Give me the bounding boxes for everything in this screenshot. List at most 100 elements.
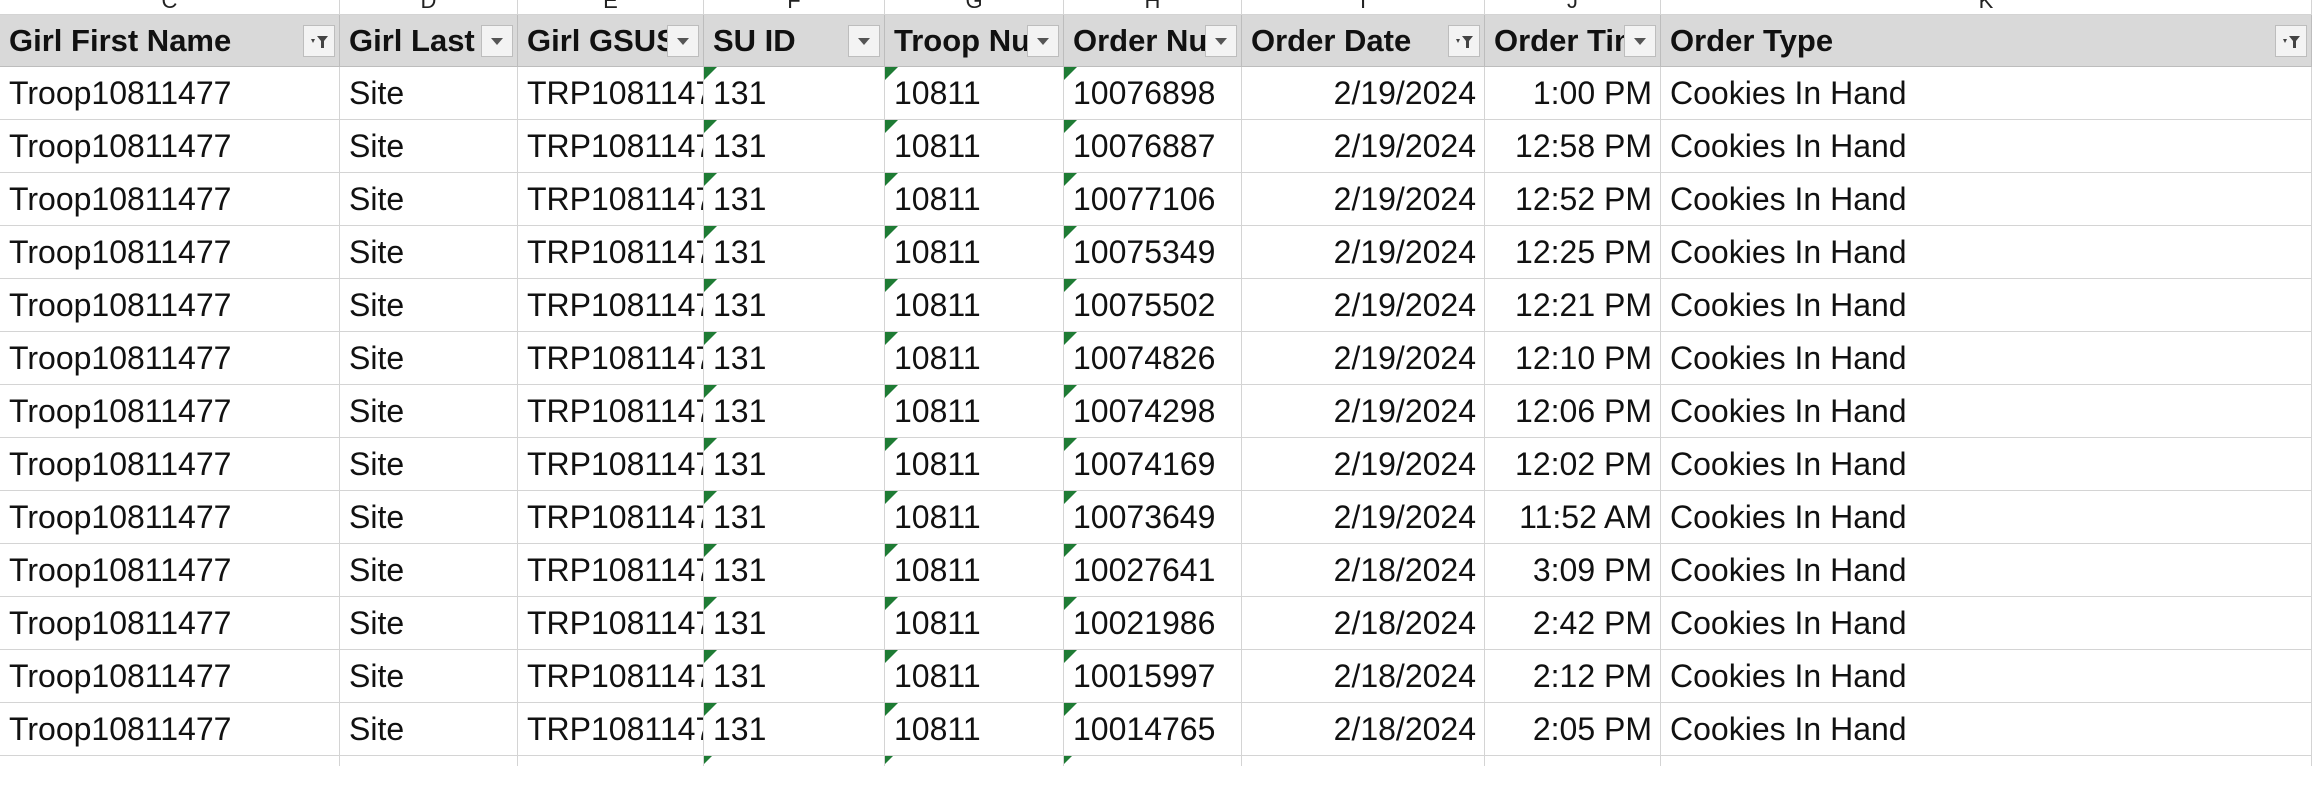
cell-order-time[interactable]: 2:42 PM (1485, 597, 1661, 650)
cell-girl-first-name[interactable]: Troop10811477 (0, 67, 340, 120)
cell-girl-last-name[interactable]: Site (340, 385, 518, 438)
cell-girl-last-name[interactable]: Site (340, 703, 518, 756)
cell-order-time[interactable]: 12:06 PM (1485, 385, 1661, 438)
cell-order-date[interactable]: 2/18/2024 (1242, 650, 1485, 703)
cell-su-id[interactable]: 131 (704, 703, 885, 756)
cell-order-time[interactable]: 12:58 PM (1485, 120, 1661, 173)
cell-girl-last-name[interactable]: Site (340, 597, 518, 650)
cell-troop-number[interactable]: 10811 (885, 544, 1064, 597)
cell-order-date[interactable]: 2/19/2024 (1242, 173, 1485, 226)
cell-order-type[interactable]: Cookies In Hand (1661, 385, 2312, 438)
cell-troop-number[interactable]: 10811 (885, 279, 1064, 332)
cell-troop-number[interactable]: 10811 (885, 703, 1064, 756)
empty-cell[interactable] (1064, 756, 1242, 766)
cell-troop-number[interactable]: 10811 (885, 438, 1064, 491)
cell-troop-number[interactable]: 10811 (885, 173, 1064, 226)
cell-su-id[interactable]: 131 (704, 491, 885, 544)
cell-girl-first-name[interactable]: Troop10811477 (0, 120, 340, 173)
cell-order-time[interactable]: 12:02 PM (1485, 438, 1661, 491)
empty-cell[interactable] (1485, 756, 1661, 766)
dropdown-arrow-icon[interactable] (1027, 25, 1059, 57)
cell-order-type[interactable]: Cookies In Hand (1661, 120, 2312, 173)
cell-order-number[interactable]: 10076887 (1064, 120, 1242, 173)
cell-girl-gsusaid[interactable]: TRP10811477 (518, 703, 704, 756)
cell-su-id[interactable]: 131 (704, 226, 885, 279)
cell-girl-first-name[interactable]: Troop10811477 (0, 332, 340, 385)
cell-girl-first-name[interactable]: Troop10811477 (0, 279, 340, 332)
cell-troop-number[interactable]: 10811 (885, 491, 1064, 544)
cell-order-time[interactable]: 12:21 PM (1485, 279, 1661, 332)
dropdown-arrow-icon[interactable] (667, 25, 699, 57)
cell-order-type[interactable]: Cookies In Hand (1661, 703, 2312, 756)
cell-order-date[interactable]: 2/19/2024 (1242, 279, 1485, 332)
column-letter-g[interactable]: G (885, 0, 1064, 14)
cell-order-type[interactable]: Cookies In Hand (1661, 67, 2312, 120)
cell-order-time[interactable]: 12:52 PM (1485, 173, 1661, 226)
cell-order-date[interactable]: 2/19/2024 (1242, 120, 1485, 173)
cell-girl-first-name[interactable]: Troop10811477 (0, 703, 340, 756)
empty-cell[interactable] (518, 756, 704, 766)
column-letter-d[interactable]: D (340, 0, 518, 14)
empty-cell[interactable] (885, 756, 1064, 766)
cell-girl-gsusaid[interactable]: TRP10811477 (518, 597, 704, 650)
header-cell-order-time[interactable]: Order Time (1485, 15, 1661, 67)
cell-order-time[interactable]: 2:12 PM (1485, 650, 1661, 703)
cell-girl-first-name[interactable]: Troop10811477 (0, 491, 340, 544)
header-cell-girl-last-name[interactable]: Girl Last Name (340, 15, 518, 67)
cell-order-type[interactable]: Cookies In Hand (1661, 226, 2312, 279)
cell-order-time[interactable]: 2:05 PM (1485, 703, 1661, 756)
column-letter-h[interactable]: H (1064, 0, 1242, 14)
header-cell-order-date[interactable]: Order Date (1242, 15, 1485, 67)
header-cell-girl-first-name[interactable]: Girl First Name (0, 15, 340, 67)
cell-girl-gsusaid[interactable]: TRP10811477 (518, 650, 704, 703)
cell-girl-first-name[interactable]: Troop10811477 (0, 544, 340, 597)
cell-order-date[interactable]: 2/18/2024 (1242, 703, 1485, 756)
cell-girl-gsusaid[interactable]: TRP10811477 (518, 279, 704, 332)
dropdown-arrow-icon[interactable] (848, 25, 880, 57)
cell-order-date[interactable]: 2/19/2024 (1242, 332, 1485, 385)
cell-troop-number[interactable]: 10811 (885, 332, 1064, 385)
cell-su-id[interactable]: 131 (704, 173, 885, 226)
cell-order-type[interactable]: Cookies In Hand (1661, 597, 2312, 650)
cell-order-time[interactable]: 3:09 PM (1485, 544, 1661, 597)
column-letter-i[interactable]: I (1242, 0, 1485, 14)
cell-girl-first-name[interactable]: Troop10811477 (0, 650, 340, 703)
cell-girl-gsusaid[interactable]: TRP10811477 (518, 332, 704, 385)
cell-order-date[interactable]: 2/18/2024 (1242, 597, 1485, 650)
cell-su-id[interactable]: 131 (704, 650, 885, 703)
cell-girl-gsusaid[interactable]: TRP10811477 (518, 438, 704, 491)
cell-girl-first-name[interactable]: Troop10811477 (0, 173, 340, 226)
cell-su-id[interactable]: 131 (704, 438, 885, 491)
cell-girl-first-name[interactable]: Troop10811477 (0, 438, 340, 491)
cell-order-time[interactable]: 12:10 PM (1485, 332, 1661, 385)
cell-girl-gsusaid[interactable]: TRP10811477 (518, 120, 704, 173)
cell-troop-number[interactable]: 10811 (885, 67, 1064, 120)
cell-su-id[interactable]: 131 (704, 385, 885, 438)
cell-troop-number[interactable]: 10811 (885, 226, 1064, 279)
cell-su-id[interactable]: 131 (704, 332, 885, 385)
empty-cell[interactable] (340, 756, 518, 766)
cell-order-type[interactable]: Cookies In Hand (1661, 650, 2312, 703)
empty-cell[interactable] (1242, 756, 1485, 766)
cell-girl-first-name[interactable]: Troop10811477 (0, 226, 340, 279)
cell-girl-last-name[interactable]: Site (340, 279, 518, 332)
cell-girl-last-name[interactable]: Site (340, 544, 518, 597)
header-cell-order-type[interactable]: Order Type (1661, 15, 2312, 67)
cell-girl-last-name[interactable]: Site (340, 332, 518, 385)
filter-funnel-icon[interactable] (303, 25, 335, 57)
cell-order-date[interactable]: 2/19/2024 (1242, 438, 1485, 491)
cell-girl-last-name[interactable]: Site (340, 120, 518, 173)
cell-girl-gsusaid[interactable]: TRP10811477 (518, 67, 704, 120)
cell-order-type[interactable]: Cookies In Hand (1661, 544, 2312, 597)
cell-order-time[interactable]: 1:00 PM (1485, 67, 1661, 120)
cell-su-id[interactable]: 131 (704, 120, 885, 173)
cell-order-time[interactable]: 11:52 AM (1485, 491, 1661, 544)
cell-order-number[interactable]: 10014765 (1064, 703, 1242, 756)
column-letter-e[interactable]: E (518, 0, 704, 14)
cell-girl-first-name[interactable]: Troop10811477 (0, 597, 340, 650)
cell-order-date[interactable]: 2/18/2024 (1242, 544, 1485, 597)
dropdown-arrow-icon[interactable] (481, 25, 513, 57)
cell-order-number[interactable]: 10015997 (1064, 650, 1242, 703)
filter-funnel-icon[interactable] (1448, 25, 1480, 57)
column-letter-j[interactable]: J (1485, 0, 1661, 14)
